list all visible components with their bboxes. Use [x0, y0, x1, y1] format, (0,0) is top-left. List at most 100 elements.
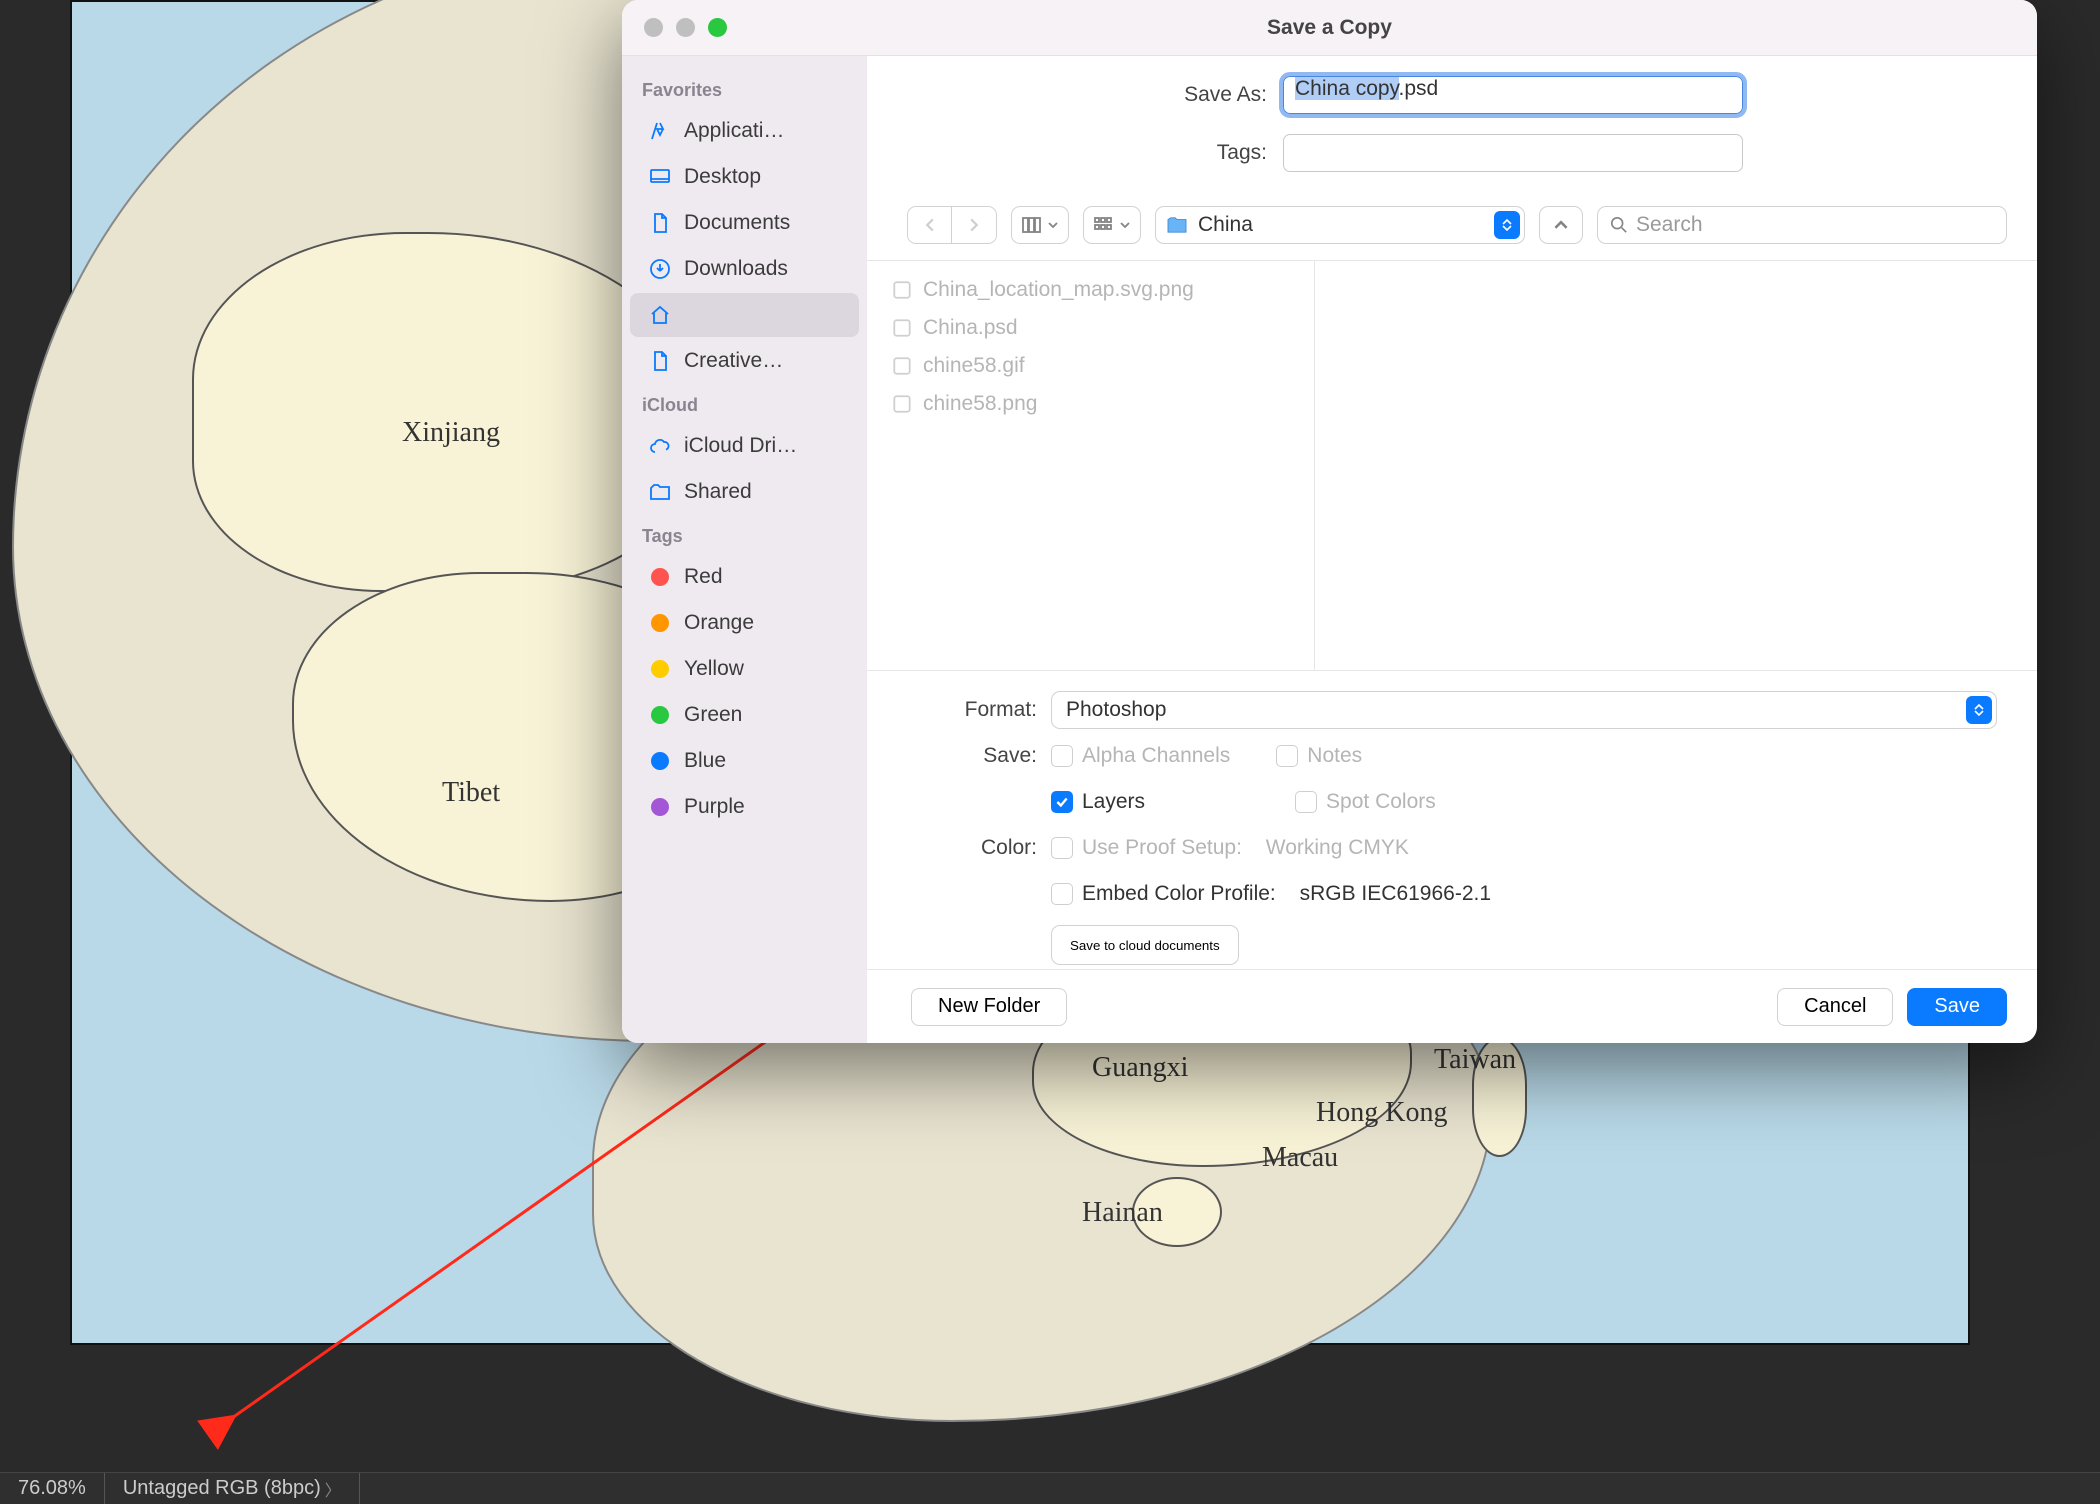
save-button[interactable]: Save — [1907, 988, 2007, 1026]
file-browser[interactable]: China_location_map.svg.png China.psd chi… — [867, 261, 2037, 671]
alpha-channels-checkbox: Alpha Channels — [1051, 744, 1230, 768]
back-button[interactable] — [908, 207, 952, 243]
map-label-macau: Macau — [1262, 1142, 1338, 1174]
sidebar-item-label: Green — [684, 703, 742, 727]
sidebar-item-downloads[interactable]: Downloads — [630, 247, 859, 291]
home-icon — [646, 303, 674, 327]
location-name: China — [1198, 213, 1253, 237]
sidebar-item-label: iCloud Dri… — [684, 434, 797, 458]
sidebar-tag-yellow[interactable]: Yellow — [630, 647, 859, 691]
new-folder-button[interactable]: New Folder — [911, 988, 1067, 1026]
finder-sidebar[interactable]: Favorites Applicati… Desktop Documents D… — [622, 56, 867, 1043]
sidebar-item-label: Shared — [684, 480, 752, 504]
folder-icon — [1166, 216, 1188, 234]
embed-profile-value: sRGB IEC61966-2.1 — [1300, 882, 1491, 906]
filename-input[interactable]: China copy.psd — [1283, 76, 1743, 114]
checkbox-label: Embed Color Profile: — [1082, 882, 1276, 906]
sidebar-tag-orange[interactable]: Orange — [630, 601, 859, 645]
embed-profile-checkbox[interactable]: Embed Color Profile: sRGB IEC61966-2.1 — [1051, 882, 1491, 906]
format-value: Photoshop — [1066, 698, 1166, 722]
tags-input[interactable] — [1283, 134, 1743, 172]
file-item[interactable]: China_location_map.svg.png — [867, 271, 1314, 309]
save-to-cloud-button[interactable]: Save to cloud documents — [1051, 925, 1239, 965]
location-popup[interactable]: China — [1155, 206, 1525, 244]
document-icon — [646, 349, 674, 373]
sidebar-section-tags: Tags — [622, 516, 867, 553]
chevron-down-icon — [1120, 221, 1130, 229]
document-icon — [646, 211, 674, 235]
sidebar-tag-green[interactable]: Green — [630, 693, 859, 737]
sidebar-item-label: Downloads — [684, 257, 788, 281]
format-popup[interactable]: Photoshop — [1051, 691, 1997, 729]
browser-toolbar: China Search — [867, 194, 2037, 261]
view-mode-columns[interactable] — [1011, 206, 1069, 244]
proof-setup-checkbox: Use Proof Setup: Working CMYK — [1051, 836, 1409, 860]
map-label-taiwan: Taiwan — [1434, 1044, 1516, 1076]
file-column[interactable]: China_location_map.svg.png China.psd chi… — [867, 261, 1315, 670]
shared-folder-icon — [646, 480, 674, 504]
checkbox-label: Spot Colors — [1326, 790, 1436, 814]
chevron-down-icon — [1048, 221, 1058, 229]
expand-button[interactable] — [1539, 206, 1583, 244]
dialog-footer: New Folder Cancel Save — [867, 969, 2037, 1043]
save-options-label: Save: — [907, 744, 1037, 768]
sidebar-item-documents[interactable]: Documents — [630, 201, 859, 245]
dialog-titlebar[interactable]: Save a Copy — [622, 0, 2037, 56]
checkbox-label: Use Proof Setup: — [1082, 836, 1242, 860]
checkbox-label: Notes — [1307, 744, 1362, 768]
file-item[interactable]: chine58.png — [867, 385, 1314, 423]
cloud-icon — [646, 434, 674, 458]
map-label-xinjiang: Xinjiang — [402, 417, 500, 449]
tag-dot-icon — [646, 614, 674, 632]
forward-button[interactable] — [952, 207, 996, 243]
zoom-level[interactable]: 76.08% — [0, 1473, 105, 1504]
map-label-hainan: Hainan — [1082, 1197, 1163, 1229]
file-name: China.psd — [923, 316, 1018, 340]
cancel-button[interactable]: Cancel — [1777, 988, 1893, 1026]
save-dialog: Save a Copy Favorites Applicati… Desktop… — [622, 0, 2037, 1043]
nav-back-forward — [907, 206, 997, 244]
spot-colors-checkbox: Spot Colors — [1295, 790, 1436, 814]
desktop-icon — [646, 165, 674, 189]
layers-checkbox[interactable]: Layers — [1051, 790, 1145, 814]
tag-dot-icon — [646, 568, 674, 586]
notes-checkbox: Notes — [1276, 744, 1362, 768]
tag-dot-icon — [646, 752, 674, 770]
group-by-button[interactable] — [1083, 206, 1141, 244]
format-label: Format: — [907, 698, 1037, 722]
sidebar-section-icloud: iCloud — [622, 385, 867, 422]
sidebar-item-label: Desktop — [684, 165, 761, 189]
tag-dot-icon — [646, 706, 674, 724]
sidebar-item-label: Purple — [684, 795, 745, 819]
sidebar-item-label: Yellow — [684, 657, 744, 681]
sidebar-tag-blue[interactable]: Blue — [630, 739, 859, 783]
sidebar-item-label: Documents — [684, 211, 790, 235]
sidebar-item-home[interactable] — [630, 293, 859, 337]
sidebar-item-label: Blue — [684, 749, 726, 773]
file-name: China_location_map.svg.png — [923, 278, 1194, 302]
sidebar-item-applications[interactable]: Applicati… — [630, 109, 859, 153]
sidebar-item-shared[interactable]: Shared — [630, 470, 859, 514]
sidebar-tag-purple[interactable]: Purple — [630, 785, 859, 829]
file-item[interactable]: chine58.gif — [867, 347, 1314, 385]
tag-dot-icon — [646, 660, 674, 678]
search-input[interactable]: Search — [1597, 206, 2007, 244]
color-options-label: Color: — [907, 836, 1037, 860]
search-placeholder: Search — [1636, 213, 1703, 237]
sidebar-item-icloud-drive[interactable]: iCloud Dri… — [630, 424, 859, 468]
map-label-guangxi: Guangxi — [1092, 1052, 1188, 1084]
color-profile-status[interactable]: Untagged RGB (8bpc) 〉 — [105, 1473, 360, 1504]
proof-value: Working CMYK — [1266, 836, 1409, 860]
file-item[interactable]: China.psd — [867, 309, 1314, 347]
sidebar-tag-red[interactable]: Red — [630, 555, 859, 599]
app-icon — [646, 119, 674, 143]
file-name: chine58.png — [923, 392, 1037, 416]
filename-ext: .psd — [1399, 77, 1439, 100]
color-profile-text: Untagged RGB (8bpc) — [123, 1477, 321, 1500]
sidebar-item-creative[interactable]: Creative… — [630, 339, 859, 383]
map-label-hongkong: Hong Kong — [1316, 1097, 1447, 1129]
sidebar-item-desktop[interactable]: Desktop — [630, 155, 859, 199]
filename-selected: China copy — [1295, 77, 1399, 100]
tags-label: Tags: — [907, 141, 1267, 165]
stepper-icon — [1966, 696, 1992, 724]
